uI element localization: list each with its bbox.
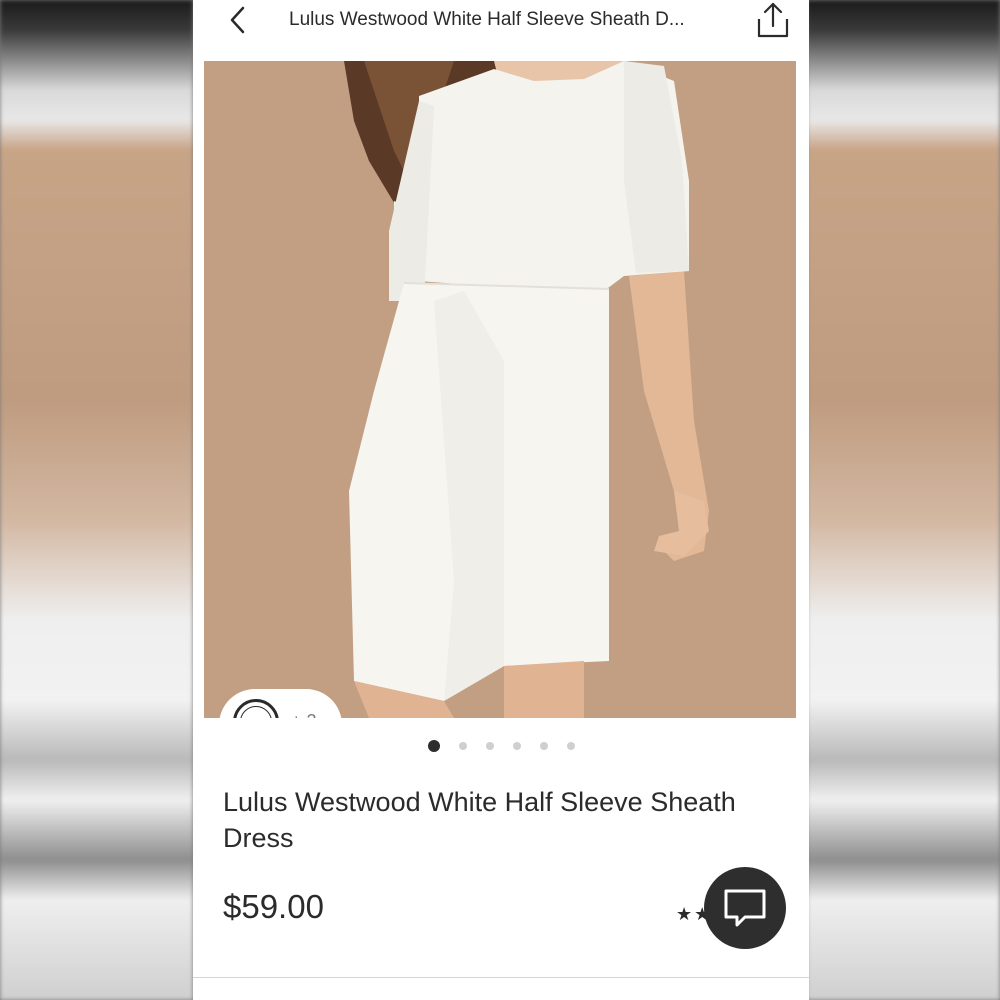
page-title: Lulus Westwood White Half Sleeve Sheath … bbox=[289, 9, 685, 30]
product-image[interactable]: + 2 bbox=[204, 61, 796, 718]
top-bar: Lulus Westwood White Half Sleeve Sheath … bbox=[193, 0, 809, 44]
swatch-white[interactable] bbox=[233, 699, 279, 718]
image-pagination bbox=[193, 740, 809, 752]
blurred-background-left bbox=[0, 0, 193, 1000]
color-swatch-selector[interactable]: + 2 bbox=[219, 689, 342, 718]
blurred-background-right bbox=[807, 0, 1000, 1000]
chevron-left-icon bbox=[230, 6, 245, 34]
back-button[interactable] bbox=[223, 2, 253, 38]
pagination-dot-4[interactable] bbox=[512, 742, 521, 750]
pagination-dot-6[interactable] bbox=[566, 742, 575, 750]
pagination-dot-2[interactable] bbox=[458, 742, 467, 750]
pagination-dot-3[interactable] bbox=[485, 742, 494, 750]
chat-bubble-icon bbox=[724, 889, 766, 927]
chat-button[interactable] bbox=[704, 867, 786, 949]
share-button[interactable] bbox=[753, 0, 793, 40]
share-icon bbox=[757, 2, 789, 38]
more-colors-count: + 2 bbox=[291, 711, 317, 718]
app-screen: Lulus Westwood White Half Sleeve Sheath … bbox=[193, 0, 809, 1000]
product-title: Lulus Westwood White Half Sleeve Sheath … bbox=[223, 787, 736, 853]
pagination-dot-5[interactable] bbox=[539, 742, 548, 750]
section-divider bbox=[193, 977, 809, 978]
product-price: $59.00 bbox=[223, 888, 324, 925]
pagination-dot-1[interactable] bbox=[427, 740, 440, 752]
dress-model-illustration bbox=[344, 61, 709, 718]
